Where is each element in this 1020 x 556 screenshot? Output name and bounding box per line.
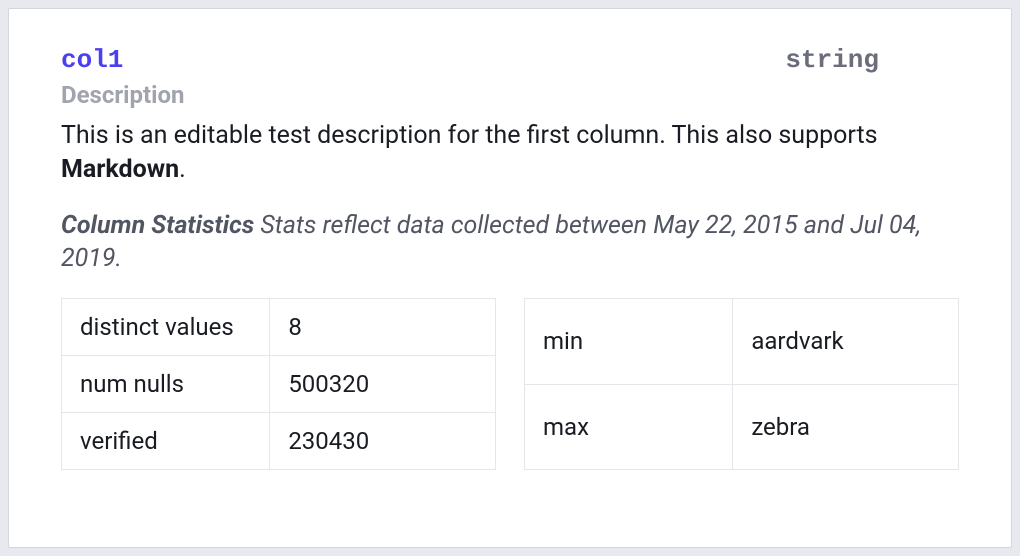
stats-caption-title: Column Statistics: [61, 211, 254, 240]
stat-label: max: [525, 384, 733, 470]
description-text-suffix: .: [179, 155, 186, 184]
stat-value: 230430: [270, 413, 496, 470]
column-name: col1: [61, 45, 123, 75]
stat-value: zebra: [733, 384, 959, 470]
column-description[interactable]: This is an editable test description for…: [61, 119, 959, 187]
stat-value: 500320: [270, 356, 496, 413]
description-bold: Markdown: [61, 155, 179, 184]
stat-value: aardvark: [733, 299, 959, 385]
stats-table-left: distinct values 8 num nulls 500320 verif…: [61, 298, 496, 470]
table-row: verified 230430: [62, 413, 496, 470]
description-label: Description: [61, 81, 959, 109]
table-row: max zebra: [525, 384, 959, 470]
stats-tables: distinct values 8 num nulls 500320 verif…: [61, 298, 959, 470]
stats-caption: Column Statistics Stats reflect data col…: [61, 209, 959, 277]
column-detail-card: col1 string Description This is an edita…: [13, 13, 1007, 543]
table-row: num nulls 500320: [62, 356, 496, 413]
stats-table-right: min aardvark max zebra: [524, 298, 959, 470]
description-text-prefix: This is an editable test description for…: [61, 121, 878, 150]
stat-label: verified: [62, 413, 270, 470]
table-row: min aardvark: [525, 299, 959, 385]
table-row: distinct values 8: [62, 299, 496, 356]
stat-label: distinct values: [62, 299, 270, 356]
column-header: col1 string: [61, 45, 959, 75]
column-type: string: [785, 45, 879, 75]
stat-label: num nulls: [62, 356, 270, 413]
stat-value: 8: [270, 299, 496, 356]
stat-label: min: [525, 299, 733, 385]
